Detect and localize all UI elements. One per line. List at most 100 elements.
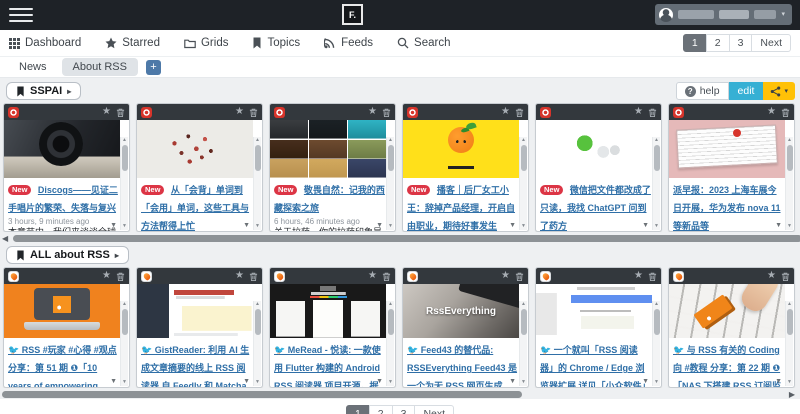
scrollbar-thumb[interactable]	[654, 309, 660, 335]
card-scrollbar[interactable]: ▲▼	[652, 301, 660, 386]
scroll-down-icon[interactable]: ▼	[255, 223, 260, 230]
scroll-left-icon[interactable]: ◀	[2, 234, 8, 243]
nav-item-grids[interactable]: Grids	[184, 37, 228, 49]
article-card[interactable]: ★ 🐦 GistReader: 利用 AI 生成文章摘要的线上 RSS 阅读器 自…	[136, 267, 263, 388]
vinyl-thumbnail[interactable]	[4, 120, 120, 178]
trash-icon[interactable]	[515, 107, 524, 118]
section-button-sspai[interactable]: SSPAI ▸	[6, 82, 81, 100]
card-scrollbar[interactable]: ▲▼	[785, 301, 793, 386]
wechat-thumbnail[interactable]	[536, 120, 652, 178]
star-icon[interactable]: ★	[102, 107, 111, 117]
scroll-down-icon[interactable]: ▼	[388, 379, 393, 386]
scroll-down-icon[interactable]: ▼	[122, 379, 127, 386]
article-card[interactable]: ★🐦 一个就叫「RSS 阅读器」的 Chrome / Edge 浏览器扩展 详见…	[535, 267, 662, 388]
nav-item-dashboard[interactable]: Dashboard	[9, 37, 81, 49]
nav-item-topics[interactable]: Topics	[252, 37, 300, 49]
scroll-up-icon[interactable]: ▲	[388, 137, 393, 144]
newspaper-thumbnail[interactable]	[669, 120, 785, 178]
card-scrollbar[interactable]: ▲▼	[785, 137, 793, 230]
expand-icon[interactable]: ▼	[376, 378, 383, 385]
card-scrollbar[interactable]: ▲▼	[120, 301, 128, 386]
article-card[interactable]: ★🐦 与 RSS 有关的 Coding 向 #教程 分享：第 22 期 ❶「NA…	[668, 267, 795, 388]
gistreader-thumbnail[interactable]	[137, 284, 253, 338]
article-card[interactable]: ★New 微信把文件都改成了只读，我找 ChatGPT 问到了药方10 hour…	[535, 103, 662, 232]
trash-icon[interactable]	[382, 271, 391, 282]
article-card[interactable]: ★🐦 RSS #玩家 #心得 #观点 分享：第 51 期 ❶「10 years …	[3, 267, 130, 388]
share-button[interactable]: ▾	[763, 82, 795, 100]
scroll-up-icon[interactable]: ▲	[122, 137, 127, 144]
scroll-up-icon[interactable]: ▲	[255, 301, 260, 308]
expand-icon[interactable]: ▼	[775, 222, 782, 229]
card-scrollbar[interactable]: ▲▼	[519, 301, 527, 386]
expand-icon[interactable]: ▼	[509, 222, 516, 229]
trash-icon[interactable]	[648, 271, 657, 282]
scrollbar-thumb[interactable]	[122, 309, 128, 335]
chrome-ext-thumbnail[interactable]	[536, 284, 652, 338]
scroll-up-icon[interactable]: ▲	[388, 301, 393, 308]
star-icon[interactable]: ★	[501, 107, 510, 117]
trash-icon[interactable]	[781, 107, 790, 118]
scroll-down-icon[interactable]: ▼	[255, 379, 260, 386]
scrollbar-thumb[interactable]	[2, 391, 522, 398]
star-icon[interactable]: ★	[501, 271, 510, 281]
expand-icon[interactable]: ▼	[110, 378, 117, 385]
nav-item-feeds[interactable]: Feeds	[324, 37, 373, 49]
scrollbar-thumb[interactable]	[388, 145, 394, 171]
star-icon[interactable]: ★	[767, 107, 776, 117]
article-title-link[interactable]: 🐦 MeRead - 悦读: 一款使用 Flutter 构建的 Android …	[274, 345, 381, 387]
keyboard-thumbnail[interactable]	[669, 284, 785, 338]
scrollbar-thumb[interactable]	[255, 309, 261, 335]
edit-button[interactable]: edit	[729, 82, 764, 100]
page-2-button[interactable]: 2	[369, 405, 393, 414]
scrollbar-thumb[interactable]	[787, 309, 793, 335]
page-3-button[interactable]: 3	[729, 34, 753, 52]
scrollbar-thumb[interactable]	[521, 145, 527, 171]
scroll-down-icon[interactable]: ▼	[654, 223, 659, 230]
expand-icon[interactable]: ▼	[775, 378, 782, 385]
scrollbar-thumb[interactable]	[787, 145, 793, 171]
scrollbar-thumb[interactable]	[654, 145, 660, 171]
scroll-up-icon[interactable]: ▲	[654, 301, 659, 308]
tab-news[interactable]: News	[8, 58, 58, 76]
article-card[interactable]: ★New 播客｜后厂女工小王：辞掉产品经理，开启自由职业，期待好事发生8 hou…	[402, 103, 529, 232]
article-card[interactable]: ★New 敬畏自然：记我的西藏探索之旅6 hours, 46 minutes a…	[269, 103, 396, 232]
app-logo[interactable]: F.	[342, 4, 363, 25]
nav-item-starred[interactable]: Starred	[105, 37, 160, 49]
scrollbar-thumb[interactable]	[255, 145, 261, 171]
scroll-down-icon[interactable]: ▼	[388, 223, 393, 230]
scroll-down-icon[interactable]: ▼	[787, 379, 792, 386]
article-title-link[interactable]: 派早报：2023 上海车展今日开展，华为发布 nova 11 等新品等	[673, 185, 781, 231]
next-page-button[interactable]: Next	[751, 34, 791, 52]
card-scrollbar[interactable]: ▲▼	[253, 301, 261, 386]
scroll-right-icon[interactable]: ▶	[789, 390, 795, 399]
scroll-up-icon[interactable]: ▲	[787, 301, 792, 308]
trash-icon[interactable]	[116, 271, 125, 282]
trash-icon[interactable]	[116, 107, 125, 118]
article-card[interactable]: ★RssEverything🐦 Feed43 的替代品: RSSEverythi…	[402, 267, 529, 388]
scroll-up-icon[interactable]: ▲	[521, 137, 526, 144]
scroll-up-icon[interactable]: ▲	[654, 137, 659, 144]
hamburger-menu-button[interactable]	[8, 6, 34, 24]
article-title-link[interactable]: 🐦 Feed43 的替代品: RSSEverything Feed43 是一个为…	[407, 345, 517, 387]
expand-icon[interactable]: ▼	[509, 378, 516, 385]
add-tab-button[interactable]: +	[146, 60, 161, 75]
expand-icon[interactable]: ▼	[110, 222, 117, 229]
star-icon[interactable]: ★	[235, 107, 244, 117]
scroll-down-icon[interactable]: ▼	[521, 223, 526, 230]
article-title-link[interactable]: 🐦 RSS #玩家 #心得 #观点 分享：第 51 期 ❶「10 years o…	[8, 345, 117, 387]
tab-about-rss[interactable]: About RSS	[62, 58, 138, 76]
article-title-link[interactable]: 🐦 GistReader: 利用 AI 生成文章摘要的线上 RSS 阅读器 自 …	[141, 345, 252, 387]
page-1-button[interactable]: 1	[346, 405, 370, 414]
scrollbar-thumb[interactable]	[13, 235, 800, 242]
podcast-thumbnail[interactable]	[403, 120, 519, 178]
tibet-thumbnail[interactable]	[270, 120, 386, 178]
article-title-link[interactable]: 🐦 与 RSS 有关的 Coding 向 #教程 分享：第 22 期 ❶「NAS…	[673, 345, 782, 387]
scroll-up-icon[interactable]: ▲	[521, 301, 526, 308]
trash-icon[interactable]	[382, 107, 391, 118]
star-icon[interactable]: ★	[235, 271, 244, 281]
star-icon[interactable]: ★	[634, 271, 643, 281]
user-menu[interactable]: ▾	[655, 4, 792, 25]
article-card[interactable]: ★派早报：2023 上海车展今日开展，华为发布 nova 11 等新品等14 h…	[668, 103, 795, 232]
article-card[interactable]: ★🐦 MeRead - 悦读: 一款使用 Flutter 构建的 Android…	[269, 267, 396, 388]
scroll-down-icon[interactable]: ▼	[521, 379, 526, 386]
